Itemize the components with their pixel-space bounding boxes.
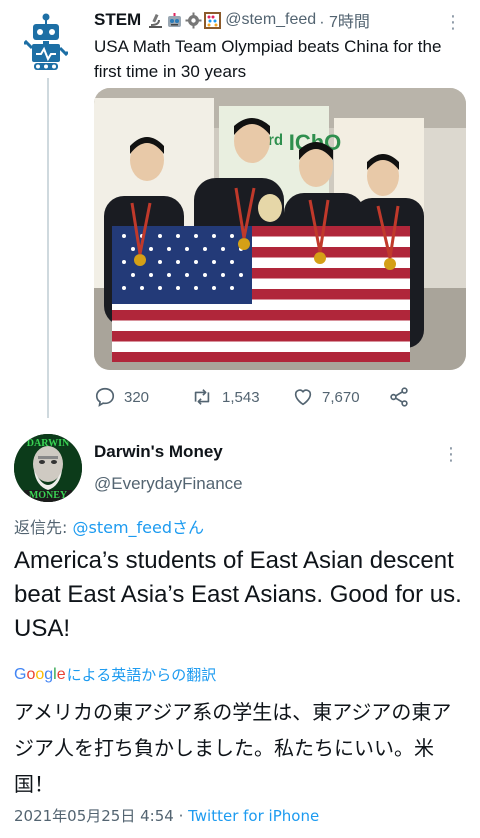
like-count: 7,670 [322,388,360,406]
avatar-text-top: DARWIN [27,438,70,449]
reply-more-icon[interactable]: ⋮ [442,444,460,465]
author-name[interactable]: STEM [94,10,141,30]
gear-icon [185,12,202,28]
timestamp-text: 2021年05月25日 4:54 · [14,807,189,825]
replying-to: 返信先: @stem_feedさん [14,514,204,538]
like-icon [294,389,312,406]
robot-face-icon [168,12,182,27]
replying-to-prefix: 返信先: [14,518,73,537]
tweet-header: STEM @stem_feed · 7時間 [94,8,466,32]
more-icon[interactable]: ⋮ [444,12,462,33]
google-logo: Google [14,665,66,683]
translation-label: による英語からの翻訳 [66,666,217,684]
replying-to-mention[interactable]: @stem_feedさん [72,518,204,537]
translated-text: アメリカの東アジア系の学生は、東アジアの東アジア人を打ち負かしました。私たちにい… [14,700,452,796]
like-button[interactable]: 7,670 [292,386,388,408]
avatar-text-bottom: MONEY [29,490,68,501]
tweet-timestamp: 2021年05月25日 4:54 · Twitter for iPhone [14,805,319,826]
reply-button[interactable]: 320 [94,386,190,408]
tweet-photo[interactable]: 53ʳᵈ IChO [94,88,466,370]
retweet-count: 1,543 [222,388,260,406]
translation-link[interactable]: Google による英語からの翻訳 [14,664,216,685]
microscope-icon [149,13,163,28]
robot-avatar-icon[interactable] [22,12,70,72]
share-icon [390,387,408,407]
name-emojis [147,11,222,29]
reply-icon [95,387,115,407]
reply-author-name[interactable]: Darwin's Money [94,442,223,462]
reply-author-handle[interactable]: @EverydayFinance [94,474,243,494]
retweet-icon [194,389,210,405]
action-bar: 320 1,543 7,670 [94,383,424,411]
reply-tweet-text: America’s students of East Asian descent… [14,547,462,642]
parent-tweet[interactable]: STEM @stem_feed · 7時間 ⋮ USA Math Team Ol… [94,8,466,84]
retweet-button[interactable]: 1,543 [190,386,292,408]
share-button[interactable] [388,386,410,408]
source-link[interactable]: Twitter for iPhone [188,807,319,825]
author-handle[interactable]: @stem_feed [225,11,316,29]
tweet-text: USA Math Team Olympiad beats China for t… [94,37,442,81]
time-ago: · 7時間 [319,14,370,31]
darwin-avatar[interactable]: DARWIN MONEY [14,434,82,502]
abacus-icon [204,11,222,29]
thread-line [47,78,49,418]
reply-count: 320 [124,388,150,406]
